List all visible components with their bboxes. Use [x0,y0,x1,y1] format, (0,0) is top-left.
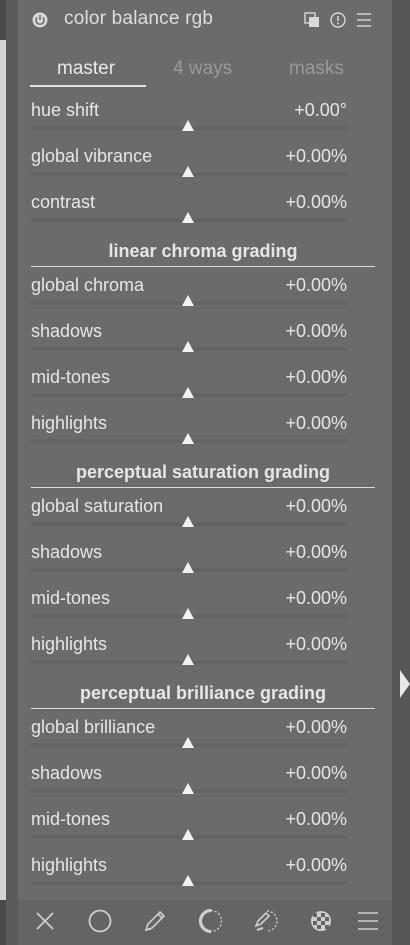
slider-chroma-mid-tones[interactable]: mid-tones +0.00% [31,365,347,411]
slider-value: +0.00% [285,413,347,433]
reset-icon[interactable] [330,12,346,28]
slider-value: +0.00% [285,321,347,341]
slider-label: hue shift [31,100,100,120]
slider-saturation-mid-tones[interactable]: mid-tones +0.00% [31,586,347,632]
slider-marker-icon[interactable] [182,120,194,131]
section-title: perceptual saturation grading [75,462,331,482]
slider-label: global chroma [31,275,145,295]
slider-label: mid-tones [31,367,111,387]
slider-hue-shift[interactable]: hue shift +0.00° [31,98,347,144]
menu-icon[interactable] [356,12,372,28]
slider-marker-icon[interactable] [182,562,194,573]
section-linear-chroma-grading: linear chroma grading [31,240,375,267]
section-perceptual-brilliance-grading: perceptual brilliance grading [31,682,375,709]
slider-label: highlights [31,413,108,433]
slider-label: shadows [31,542,103,562]
slider-contrast[interactable]: contrast +0.00% [31,190,347,236]
slider-label: highlights [31,634,108,654]
slider-label: global saturation [31,496,164,516]
slider-marker-icon[interactable] [182,783,194,794]
slider-marker-icon[interactable] [182,212,194,223]
slider-label: mid-tones [31,588,111,608]
slider-label: contrast [31,192,96,212]
slider-brilliance-mid-tones[interactable]: mid-tones +0.00% [31,807,347,853]
slider-label: highlights [31,855,108,875]
module-title: color balance rgb [64,8,214,29]
slider-label: shadows [31,321,103,341]
raster-mask-icon[interactable] [308,908,334,934]
slider-saturation-shadows[interactable]: shadows +0.00% [31,540,347,586]
slider-value: +0.00% [285,809,347,829]
section-title: perceptual brilliance grading [79,683,327,703]
tab-masks[interactable]: masks [289,58,344,80]
slider-marker-icon[interactable] [182,875,194,886]
slider-brilliance-highlights[interactable]: highlights +0.00% [31,853,347,899]
slider-value: +0.00% [285,496,347,516]
tab-master[interactable]: master [57,58,115,80]
slider-value: +0.00% [285,367,347,387]
tab-4-ways[interactable]: 4 ways [173,58,232,80]
right-panel-edge [392,0,410,945]
slider-marker-icon[interactable] [182,166,194,177]
slider-label: global vibrance [31,146,153,166]
slider-global-brilliance[interactable]: global brilliance +0.00% [31,715,347,761]
section-title: linear chroma grading [108,241,298,261]
slider-marker-icon[interactable] [182,737,194,748]
slider-marker-icon[interactable] [182,387,194,398]
drawn-parametric-mask-icon[interactable] [253,908,279,934]
slider-label: mid-tones [31,809,111,829]
pencil-icon[interactable] [142,908,168,934]
slider-value: +0.00% [285,634,347,654]
slider-value: +0.00% [285,192,347,212]
slider-chroma-highlights[interactable]: highlights +0.00% [31,411,347,457]
slider-marker-icon[interactable] [182,654,194,665]
section-perceptual-saturation-grading: perceptual saturation grading [31,461,375,488]
slider-marker-icon[interactable] [182,608,194,619]
slider-value: +0.00% [285,146,347,166]
menu-icon[interactable] [355,908,381,934]
slider-global-saturation[interactable]: global saturation +0.00% [31,494,347,540]
slider-value: +0.00% [285,588,347,608]
slider-value: +0.00° [294,100,347,120]
slider-marker-icon[interactable] [182,295,194,306]
presets-icon[interactable] [304,12,320,28]
slider-marker-icon[interactable] [182,433,194,444]
module-panel: color balance rgb master 4 ways masks hu… [18,0,392,945]
slider-value: +0.00% [285,275,347,295]
slider-marker-icon[interactable] [182,829,194,840]
parametric-mask-icon[interactable] [198,908,224,934]
slider-value: +0.00% [285,542,347,562]
mask-toolbar [18,900,392,945]
slider-marker-icon[interactable] [182,341,194,352]
slider-saturation-highlights[interactable]: highlights +0.00% [31,632,347,678]
slider-value: +0.00% [285,855,347,875]
slider-global-chroma[interactable]: global chroma +0.00% [31,273,347,319]
slider-label: shadows [31,763,103,783]
active-tab-indicator [30,85,146,87]
slider-value: +0.00% [285,717,347,737]
left-panel-edge [0,0,6,945]
slider-marker-icon[interactable] [182,516,194,527]
circle-icon[interactable] [87,908,113,934]
slider-chroma-shadows[interactable]: shadows +0.00% [31,319,347,365]
slider-value: +0.00% [285,763,347,783]
module-header: color balance rgb [18,0,392,40]
left-panel-strip [0,40,6,900]
slider-brilliance-shadows[interactable]: shadows +0.00% [31,761,347,807]
slider-label: global brilliance [31,717,156,737]
slider-global-vibrance[interactable]: global vibrance +0.00% [31,144,347,190]
expand-panel-arrow-icon[interactable] [400,670,410,698]
tab-bar: master 4 ways masks [30,52,376,88]
close-icon[interactable] [32,908,58,934]
power-icon[interactable] [32,12,48,28]
